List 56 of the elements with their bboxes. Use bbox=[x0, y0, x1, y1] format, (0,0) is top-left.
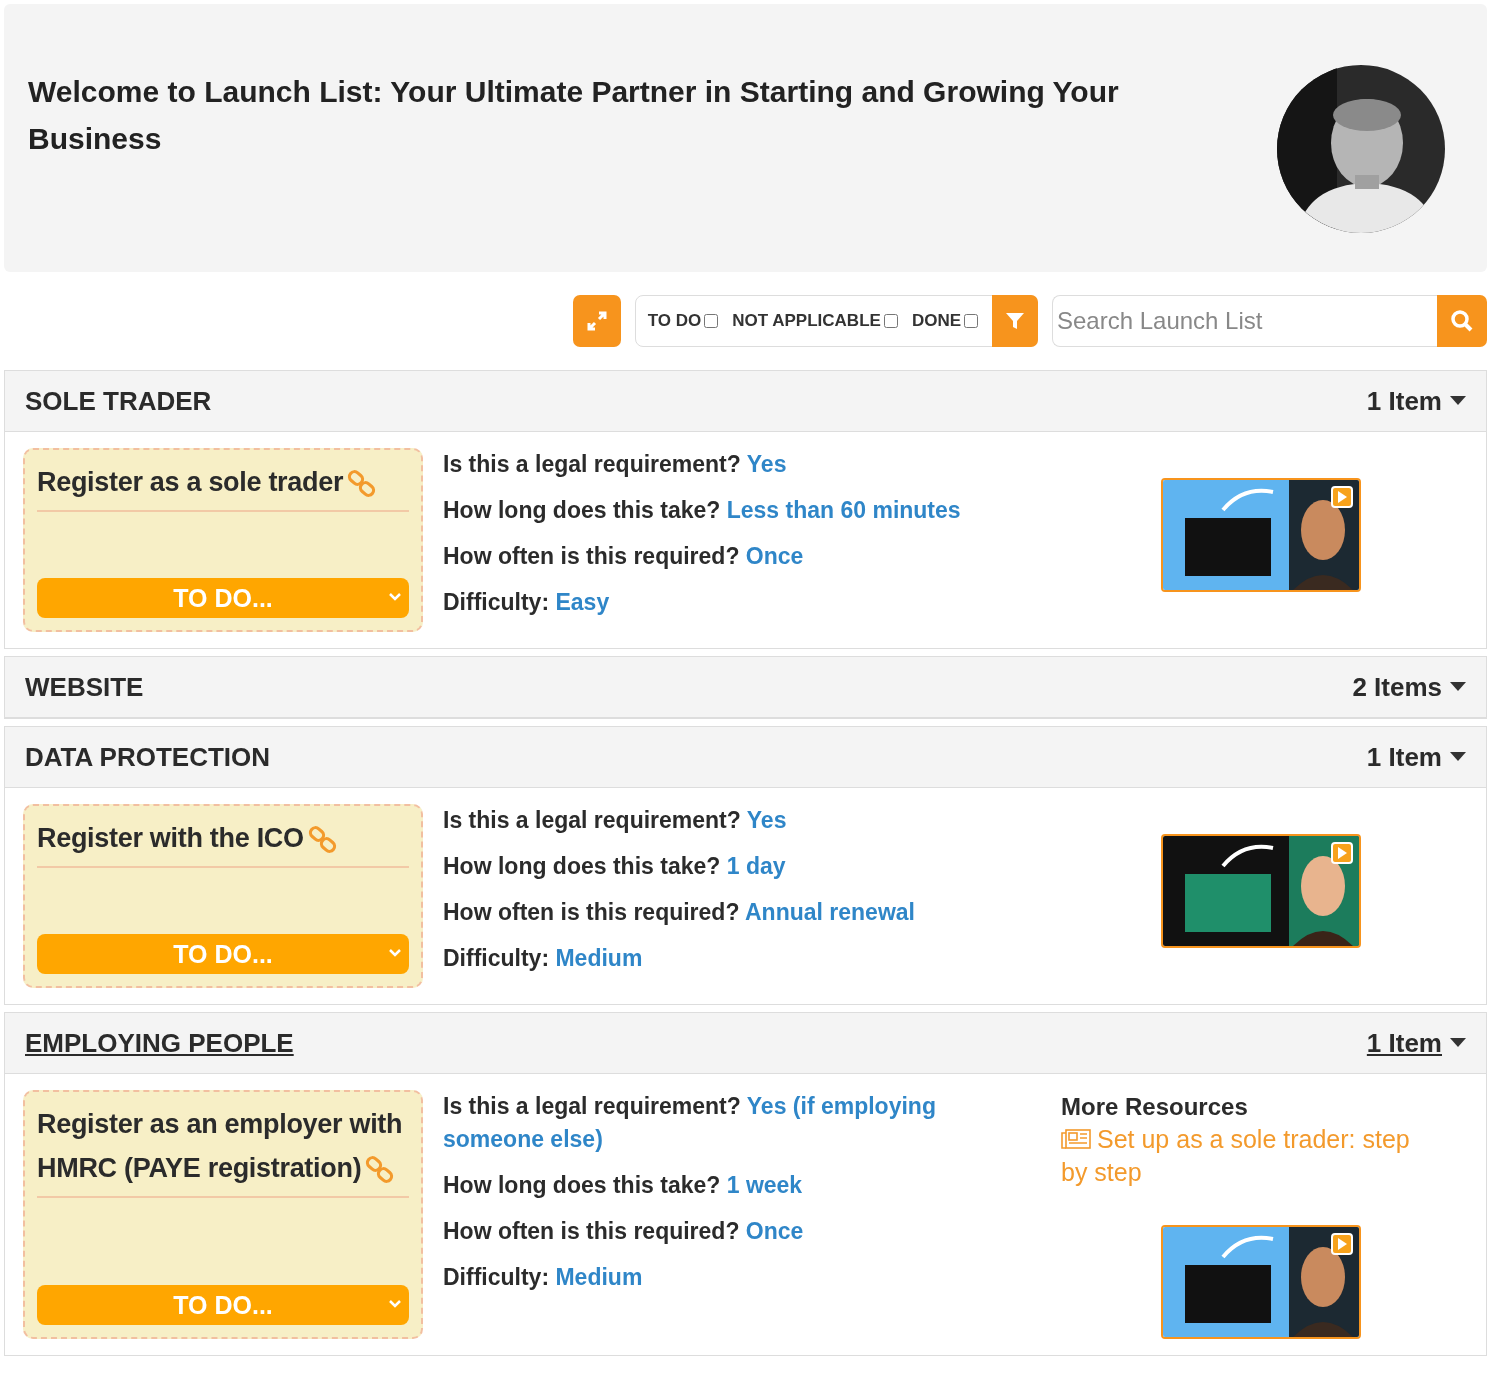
play-icon[interactable] bbox=[1331, 842, 1353, 864]
caret-icon bbox=[1450, 682, 1466, 692]
section-header[interactable]: WEBSITE 2 Items bbox=[5, 657, 1486, 718]
detail-line: Is this a legal requirement? Yes bbox=[443, 450, 788, 479]
play-icon[interactable] bbox=[1331, 486, 1353, 508]
section-header[interactable]: DATA PROTECTION 1 Item bbox=[5, 727, 1486, 788]
caret-icon bbox=[1450, 752, 1466, 762]
resources-heading: More Resources bbox=[1061, 1092, 1249, 1122]
detail-line: How long does this take? Less than 60 minutes bbox=[443, 496, 962, 525]
item-count: 2 Items bbox=[1352, 671, 1442, 703]
item-count: 1 Item bbox=[1366, 1027, 1442, 1059]
detail-line: How often is this required? Once bbox=[443, 1217, 805, 1246]
section-title: SOLE TRADER bbox=[25, 385, 213, 417]
section-title: WEBSITE bbox=[25, 671, 145, 703]
play-icon[interactable] bbox=[1331, 1233, 1353, 1255]
filter-checkbox[interactable] bbox=[883, 314, 898, 328]
caret-icon bbox=[1450, 396, 1466, 406]
section-header[interactable]: EMPLOYING PEOPLE 1 Item bbox=[5, 1013, 1486, 1074]
filter-button[interactable] bbox=[992, 295, 1038, 347]
filter-checkbox[interactable] bbox=[704, 314, 719, 328]
page-title: Welcome to Launch List: Your Ultimate Partner in Starting and Growing Your Business bbox=[28, 74, 1120, 157]
item-count: 1 Item bbox=[1366, 741, 1442, 773]
task-title: Register with the ICO bbox=[37, 816, 409, 860]
expand-icon bbox=[585, 310, 608, 332]
detail-line: Difficulty: Medium bbox=[443, 1263, 644, 1292]
section-title: EMPLOYING PEOPLE bbox=[25, 1027, 295, 1059]
task-title: Register as an employer with HMRC (PAYE registration) bbox=[37, 1108, 404, 1187]
caret-icon bbox=[1450, 1038, 1466, 1048]
link-icon[interactable] bbox=[365, 1154, 396, 1185]
detail-line: How often is this required? Once bbox=[443, 542, 805, 571]
detail-line: Is this a legal requirement? Yes bbox=[443, 806, 788, 835]
filter-icon bbox=[1004, 310, 1026, 332]
link-icon[interactable] bbox=[347, 468, 378, 499]
search-icon bbox=[1450, 309, 1474, 333]
filter-label: DONE bbox=[911, 311, 961, 331]
filter-label: TO DO bbox=[647, 311, 702, 331]
link-icon[interactable] bbox=[307, 824, 338, 855]
filter-checkbox[interactable] bbox=[964, 314, 978, 328]
task-title: Register as a sole trader bbox=[37, 460, 409, 504]
section-title: DATA PROTECTION bbox=[25, 741, 272, 773]
search-field[interactable]: Search Launch List bbox=[1052, 295, 1437, 347]
detail-line: How long does this take? 1 day bbox=[443, 852, 787, 881]
detail-line: How often is this required? Annual renewal bbox=[443, 898, 916, 927]
section-header[interactable]: SOLE TRADER 1 Item bbox=[5, 371, 1486, 432]
newspaper-icon bbox=[1061, 1129, 1091, 1149]
filter-label: NOT APPLICABLE bbox=[732, 311, 881, 331]
chevron-icon bbox=[389, 949, 401, 957]
chevron-icon bbox=[389, 1300, 401, 1308]
detail-line: Is this a legal requirement? Yes (if employing someone else) bbox=[443, 1092, 937, 1154]
detail-line: Difficulty: Medium bbox=[443, 944, 644, 973]
expand-button[interactable] bbox=[572, 295, 621, 347]
search-button[interactable] bbox=[1437, 295, 1487, 347]
detail-line: Difficulty: Easy bbox=[443, 588, 611, 617]
chevron-icon bbox=[389, 593, 401, 601]
item-count: 1 Item bbox=[1366, 385, 1442, 417]
detail-line: How long does this take? 1 week bbox=[443, 1171, 804, 1200]
